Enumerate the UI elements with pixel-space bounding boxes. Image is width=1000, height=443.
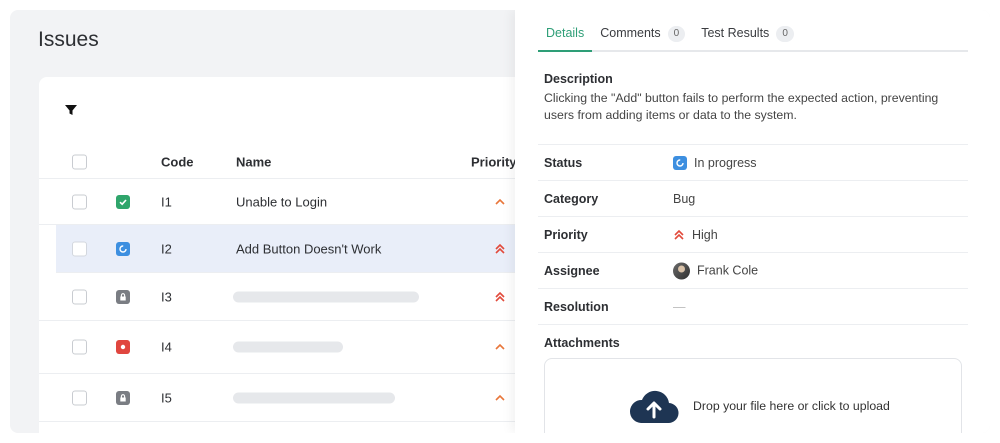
- avatar: [673, 262, 690, 279]
- assignee-name: Frank Cole: [697, 263, 759, 278]
- row-checkbox[interactable]: [72, 241, 87, 256]
- issue-code: I2: [161, 241, 172, 256]
- field-label: Assignee: [544, 263, 600, 278]
- resolution-value[interactable]: —: [673, 300, 686, 314]
- row-checkbox[interactable]: [72, 289, 87, 304]
- tab-test-results[interactable]: Test Results 0: [693, 26, 802, 52]
- field-label: Category: [544, 191, 599, 206]
- status-text: In progress: [694, 155, 757, 170]
- field-attachments: Attachments: [538, 324, 968, 360]
- issue-code: I3: [161, 289, 172, 304]
- comments-count-badge: 0: [667, 26, 686, 42]
- column-name[interactable]: Name: [236, 154, 271, 169]
- filter-icon[interactable]: [64, 103, 78, 117]
- tab-details[interactable]: Details: [538, 26, 593, 52]
- priority-high-icon: [495, 243, 505, 254]
- field-label: Priority: [544, 227, 588, 242]
- table-row[interactable]: I4: [39, 321, 559, 374]
- priority-value[interactable]: High: [673, 228, 718, 242]
- column-code[interactable]: Code: [161, 154, 194, 169]
- field-status: Status In progress: [538, 144, 968, 180]
- test-results-count-badge: 0: [776, 26, 794, 42]
- priority-high-icon: [674, 229, 684, 240]
- description-text: Clicking the "Add" button fails to perfo…: [544, 91, 939, 122]
- tab-label: Comments: [600, 26, 661, 40]
- field-priority: Priority High: [538, 216, 968, 252]
- row-checkbox[interactable]: [72, 194, 87, 209]
- status-value[interactable]: In progress: [673, 155, 757, 170]
- field-assignee: Assignee Frank Cole: [538, 252, 968, 288]
- detail-tabs: Details Comments 0 Test Results 0: [538, 26, 968, 52]
- status-in-progress-icon: [116, 241, 130, 256]
- issue-detail-panel: Details Comments 0 Test Results 0 Descri…: [515, 10, 990, 433]
- priority-text: High: [692, 227, 718, 242]
- status-done-icon: [116, 194, 130, 209]
- app-window: Issues Code Name Priority I1 Unable to L…: [10, 10, 990, 433]
- status-locked-icon: [116, 390, 130, 405]
- table-header: Code Name Priority: [39, 145, 559, 179]
- upload-dropzone[interactable]: Drop your file here or click to upload: [544, 358, 962, 433]
- issue-name[interactable]: Add Button Doesn't Work: [236, 241, 381, 256]
- row-checkbox[interactable]: [72, 339, 87, 355]
- field-label: Resolution: [544, 299, 609, 314]
- description-label: Description: [544, 72, 613, 86]
- tab-comments[interactable]: Comments 0: [592, 26, 693, 52]
- category-value[interactable]: Bug: [673, 192, 695, 206]
- status-blocked-icon: [116, 340, 130, 354]
- assignee-value[interactable]: Frank Cole: [673, 262, 758, 279]
- row-checkbox[interactable]: [72, 390, 87, 405]
- name-placeholder: [233, 341, 343, 353]
- table-row[interactable]: I5: [39, 374, 559, 422]
- status-in-progress-icon: [673, 155, 687, 170]
- tab-label: Details: [546, 26, 585, 40]
- status-locked-icon: [116, 289, 130, 304]
- dropzone-text: Drop your file here or click to upload: [693, 399, 890, 413]
- issue-code: I4: [161, 339, 172, 355]
- page-title: Issues: [38, 28, 99, 51]
- issues-card: Code Name Priority I1 Unable to Login I2…: [39, 77, 559, 433]
- table-row[interactable]: I1 Unable to Login: [39, 179, 559, 225]
- field-category: Category Bug: [538, 180, 968, 216]
- tab-label: Test Results: [701, 26, 770, 40]
- priority-high-icon: [495, 291, 505, 302]
- issues-table: Code Name Priority I1 Unable to Login I2…: [39, 145, 559, 422]
- field-resolution: Resolution —: [538, 288, 968, 324]
- issue-code: I5: [161, 390, 172, 405]
- issue-name[interactable]: Unable to Login: [236, 194, 327, 209]
- select-all-checkbox[interactable]: [72, 154, 87, 169]
- name-placeholder: [233, 392, 395, 403]
- priority-medium-icon: [495, 394, 505, 401]
- name-placeholder: [233, 291, 419, 302]
- cloud-upload-icon: [629, 390, 679, 424]
- table-row-selected[interactable]: I2 Add Button Doesn't Work: [56, 225, 559, 273]
- column-priority[interactable]: Priority: [471, 154, 517, 169]
- priority-medium-icon: [495, 198, 505, 205]
- table-row[interactable]: I3: [39, 273, 559, 321]
- priority-medium-icon: [495, 343, 505, 350]
- field-label: Attachments: [544, 335, 620, 350]
- issue-code: I1: [161, 194, 172, 209]
- field-label: Status: [544, 155, 583, 170]
